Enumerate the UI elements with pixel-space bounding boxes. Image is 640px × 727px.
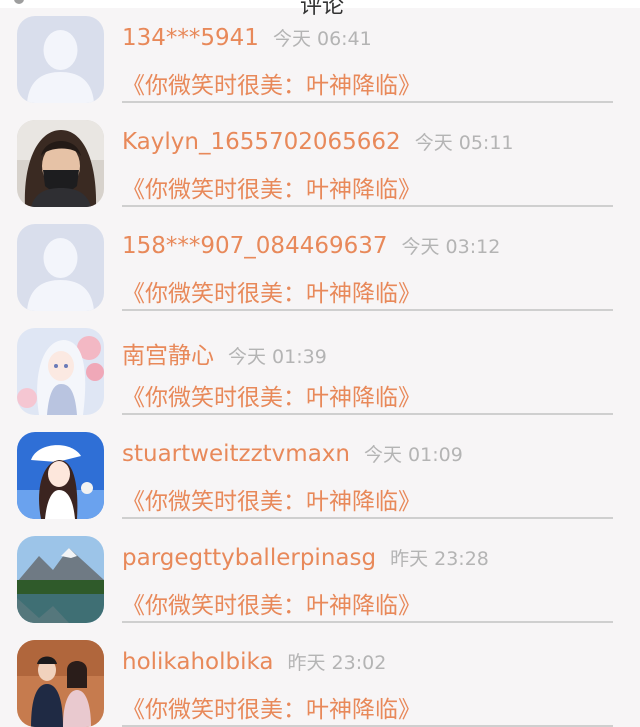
default-avatar-icon[interactable]: [17, 16, 104, 103]
comment-list-screen: 评论 134***5941 今天 06:41 《你微笑时很美：叶神降临》 Kay…: [0, 0, 640, 727]
work-title-link[interactable]: 《你微笑时很美：叶神降临》: [122, 66, 421, 100]
list-item[interactable]: Kaylyn_1655702065662 今天 05:11 《你微笑时很美：叶神降…: [0, 116, 640, 220]
work-title-link[interactable]: 《你微笑时很美：叶神降临》: [122, 690, 421, 724]
list-item[interactable]: pargegttyballerpinasg 昨天 23:28 《你微笑时很美：叶神…: [0, 532, 640, 636]
user-photo-avatar[interactable]: [17, 120, 104, 207]
work-title-link[interactable]: 《你微笑时很美：叶神降临》: [122, 170, 421, 204]
username[interactable]: 南宫静心: [122, 343, 214, 369]
mountain-lake-avatar[interactable]: [17, 536, 104, 623]
timestamp: 昨天 23:02: [287, 652, 387, 674]
timestamp: 今天 05:11: [414, 132, 514, 154]
default-avatar-icon[interactable]: [17, 224, 104, 311]
timestamp: 昨天 23:28: [390, 548, 489, 570]
anime-girl-avatar[interactable]: [17, 328, 104, 415]
comment-feed: 134***5941 今天 06:41 《你微笑时很美：叶神降临》 Kaylyn_: [0, 12, 640, 727]
list-item[interactable]: stuartweitzztvmaxn 今天 01:09 《你微笑时很美：叶神降临》: [0, 428, 640, 532]
top-bar: 评论: [0, 0, 640, 19]
divider: [122, 621, 613, 623]
divider: [122, 101, 613, 103]
divider: [122, 517, 613, 519]
anime-girl-blue-sky-avatar[interactable]: [17, 432, 104, 519]
username[interactable]: holikaholbika: [122, 649, 273, 675]
divider: [122, 309, 613, 311]
work-title-link[interactable]: 《你微笑时很美：叶神降临》: [122, 274, 421, 308]
back-icon[interactable]: [14, 0, 24, 4]
work-title-link[interactable]: 《你微笑时很美：叶神降临》: [122, 482, 421, 516]
username[interactable]: Kaylyn_1655702065662: [122, 129, 401, 155]
timestamp: 今天 01:09: [363, 444, 463, 466]
username[interactable]: stuartweitzztvmaxn: [122, 441, 350, 467]
divider: [122, 413, 613, 415]
divider: [122, 205, 613, 207]
list-item[interactable]: 134***5941 今天 06:41 《你微笑时很美：叶神降临》: [0, 12, 640, 116]
timestamp: 今天 06:41: [272, 28, 372, 50]
username[interactable]: 134***5941: [122, 25, 259, 51]
username[interactable]: pargegttyballerpinasg: [122, 545, 376, 571]
list-item[interactable]: 158***907_084469637 今天 03:12 《你微笑时很美：叶神降临…: [0, 220, 640, 324]
work-title-link[interactable]: 《你微笑时很美：叶神降临》: [122, 378, 421, 412]
couple-photo-avatar[interactable]: [17, 640, 104, 727]
work-title-link[interactable]: 《你微笑时很美：叶神降临》: [122, 586, 421, 620]
timestamp: 今天 03:12: [401, 236, 501, 258]
username[interactable]: 158***907_084469637: [122, 233, 388, 259]
list-item[interactable]: holikaholbika 昨天 23:02 《你微笑时很美：叶神降临》: [0, 636, 640, 727]
list-item[interactable]: 南宫静心 今天 01:39 《你微笑时很美：叶神降临》: [0, 324, 640, 428]
timestamp: 今天 01:39: [228, 346, 327, 368]
